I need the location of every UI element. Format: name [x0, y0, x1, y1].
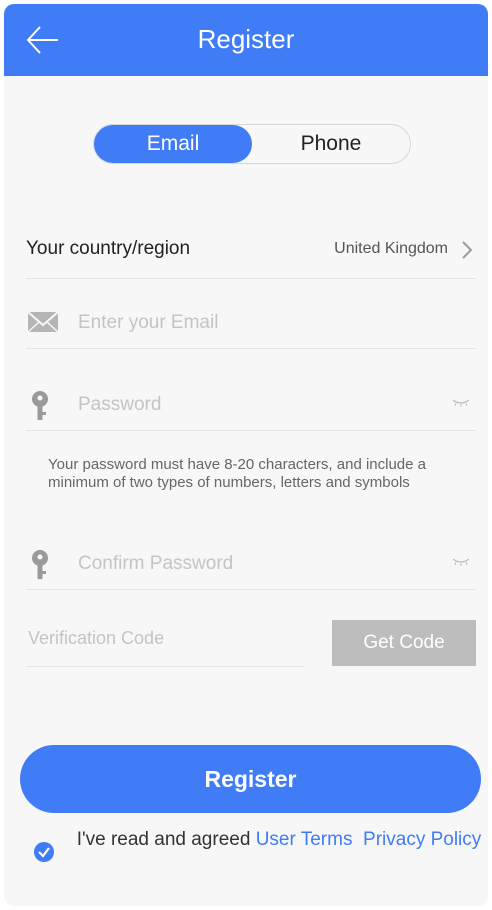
key-icon: [32, 550, 48, 579]
tab-email[interactable]: Email: [94, 125, 252, 163]
agreement-text: I've read and agreed User Terms Privacy …: [74, 828, 484, 851]
confirm-password-field: [26, 537, 476, 590]
eye-closed-icon[interactable]: [452, 398, 470, 408]
email-field: [26, 296, 476, 349]
eye-closed-icon[interactable]: [452, 557, 470, 567]
confirm-password-input[interactable]: [76, 547, 440, 581]
email-input[interactable]: [76, 306, 440, 340]
page-title: Register: [197, 24, 295, 54]
country-label: Your country/region: [26, 238, 191, 259]
password-requirements-hint: Your password must have 8-20 characters,…: [48, 456, 426, 491]
password-field: [26, 378, 476, 431]
privacy-policy-link[interactable]: Privacy Policy: [363, 829, 481, 850]
checkmark-icon: [38, 847, 50, 858]
tab-phone[interactable]: Phone: [252, 125, 410, 163]
register-button[interactable]: Register: [20, 745, 481, 813]
verification-code-field: [26, 616, 304, 667]
app-header: Register: [4, 4, 488, 76]
country-value: United Kingdom: [334, 240, 448, 257]
chevron-right-icon: [462, 241, 473, 259]
agreement-prefix: I've read and agreed: [76, 829, 251, 850]
password-input[interactable]: [76, 388, 440, 422]
get-code-button[interactable]: Get Code: [332, 620, 476, 666]
login-method-toggle: Email Phone: [93, 124, 411, 164]
key-icon: [32, 391, 48, 420]
register-screen: Register Email Phone Your country/region…: [4, 4, 488, 906]
agreement-checkbox[interactable]: [34, 842, 54, 862]
verification-code-input[interactable]: [26, 622, 300, 654]
country-region-selector[interactable]: Your country/region United Kingdom: [26, 226, 476, 279]
user-terms-link[interactable]: User Terms: [256, 829, 353, 850]
envelope-icon: [27, 311, 59, 333]
